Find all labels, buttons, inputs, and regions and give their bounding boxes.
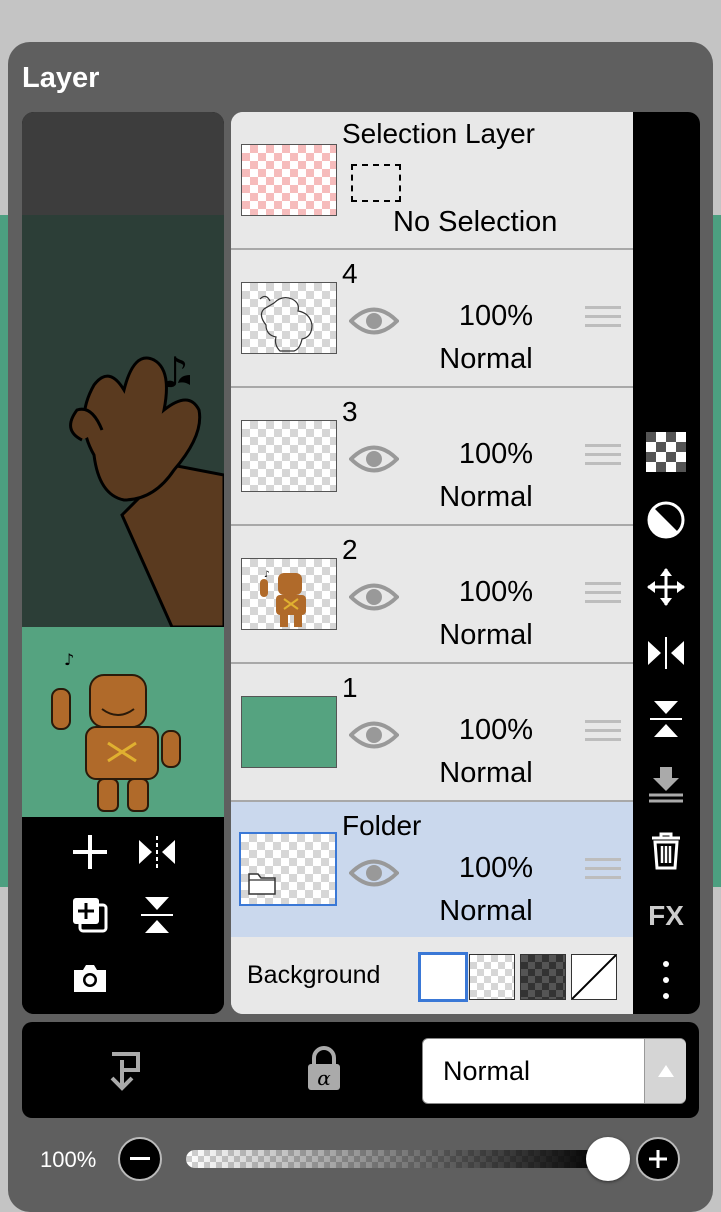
merge-down-icon[interactable] [644,762,688,806]
drag-handle-icon[interactable] [585,858,621,886]
selection-status: No Selection [393,206,558,238]
zoomed-hand-illustration: ♪ [69,348,224,627]
dialog-title: Layer [22,62,100,94]
preview-navigator [22,112,224,215]
opacity-slider-knob[interactable] [586,1137,630,1181]
background-white-swatch[interactable] [418,952,468,1002]
layer-blend-mode: Normal [439,343,533,375]
layer-name: 2 [342,534,358,565]
drag-handle-icon[interactable] [585,444,621,472]
bottom-bar: α Normal [22,1022,699,1118]
preview-zoom-view[interactable]: ♪ [22,215,224,627]
layer-thumbnail [241,696,337,768]
layer-row[interactable]: 1 100% Normal [231,664,633,802]
clipping-arrow-icon[interactable] [102,1048,146,1092]
layer-opacity: 100% [458,300,534,332]
more-vertical-icon[interactable] [644,958,688,1002]
visibility-eye-icon[interactable] [349,718,399,752]
visibility-eye-icon[interactable] [349,442,399,476]
layer-row[interactable]: 4 100% Normal [231,250,633,388]
dropdown-arrow-icon[interactable] [644,1039,686,1103]
layer-name: Folder [342,810,422,841]
canvas-preview: ♪ ♪ [22,112,224,1014]
selection-marquee-icon [351,164,401,202]
opacity-decrease-button[interactable] [118,1137,162,1181]
layer-name: 3 [342,396,358,427]
opacity-value: 100% [40,1147,97,1172]
trash-icon[interactable] [644,828,688,872]
flip-vertical-icon[interactable] [134,892,180,938]
layer-opacity: 100% [458,714,534,746]
background-none-swatch[interactable] [571,954,617,1000]
background-dark-swatch[interactable] [520,954,566,1000]
flip-vertical-icon[interactable] [644,697,688,741]
folder-thumbnail [239,832,337,906]
background-label: Background [247,961,381,989]
selection-layer-row[interactable]: Selection Layer No Selection [231,112,633,250]
svg-text:♪: ♪ [264,570,270,580]
layer-blend-mode: Normal [439,481,533,513]
layer-row[interactable]: 3 100% Normal [231,388,633,526]
layer-name: 1 [342,672,358,703]
layer-row[interactable]: ♪ 2 100% Normal [231,526,633,664]
layer-blend-mode: Normal [439,619,533,651]
camera-icon[interactable] [67,955,113,1001]
blend-mode-select[interactable]: Normal [422,1038,686,1104]
checker-icon[interactable] [644,430,688,474]
layer-tool-column: FX [633,112,700,1014]
layer-thumbnail: ♪ [241,558,337,630]
selection-layer-thumbnail [241,144,337,216]
preview-full-canvas[interactable]: ♪ [22,627,224,817]
move-icon[interactable] [644,565,688,609]
duplicate-layer-icon[interactable] [67,892,113,938]
drag-handle-icon[interactable] [585,582,621,610]
preview-toolbar [22,817,224,1014]
svg-text:α: α [317,1066,331,1090]
flip-horizontal-icon[interactable] [134,829,180,875]
opacity-slider-track[interactable] [186,1150,606,1168]
blend-mode-value: Normal [443,1056,531,1086]
layer-blend-mode: Normal [439,895,533,927]
layer-opacity: 100% [458,576,534,608]
layer-row-folder[interactable]: Folder 100% Normal [231,802,633,940]
drag-handle-icon[interactable] [585,306,621,334]
fx-icon[interactable]: FX [644,894,688,938]
opacity-increase-button[interactable] [636,1137,680,1181]
add-layer-icon[interactable] [67,829,113,875]
contrast-icon[interactable] [644,498,688,542]
layer-opacity: 100% [458,852,534,884]
layer-thumbnail [241,282,337,354]
layer-name: 4 [342,258,358,289]
layer-blend-mode: Normal [439,757,533,789]
svg-text:♪: ♪ [64,650,74,669]
drag-handle-icon[interactable] [585,720,621,748]
flip-horizontal-icon[interactable] [644,631,688,675]
visibility-eye-icon[interactable] [349,856,399,890]
selection-layer-name: Selection Layer [342,118,536,149]
visibility-eye-icon[interactable] [349,580,399,614]
background-transparent-swatch[interactable] [469,954,515,1000]
alpha-lock-icon[interactable]: α [302,1046,346,1094]
robot-character-illustration: ♪ [51,650,181,812]
background-row: Background [231,937,633,1014]
layer-thumbnail [241,420,337,492]
visibility-eye-icon[interactable] [349,304,399,338]
layer-opacity: 100% [458,438,534,470]
layer-list: Selection Layer No Selection 4 100% Norm… [231,112,633,1014]
